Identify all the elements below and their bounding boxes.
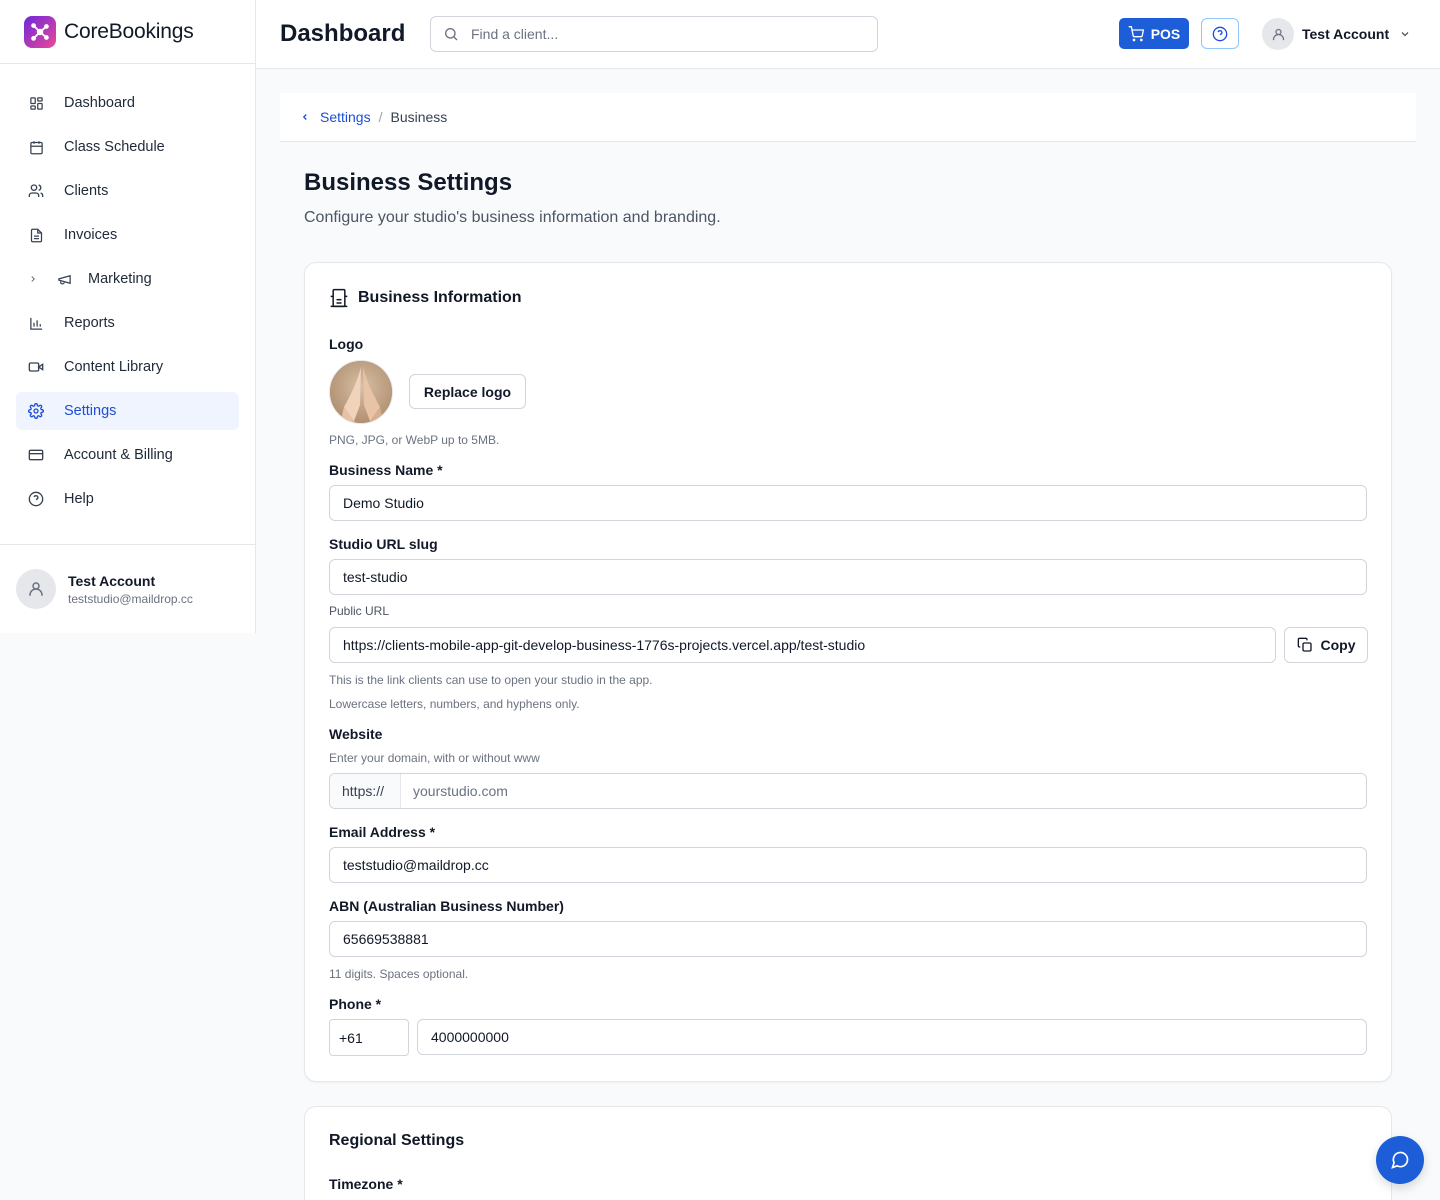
file-text-icon — [28, 227, 44, 243]
help-circle-icon — [1212, 26, 1228, 42]
sidebar-item-label: Clients — [64, 183, 109, 199]
sidebar-item-label: Dashboard — [64, 95, 135, 111]
card-heading-label: Business Information — [358, 289, 522, 306]
abn-label: ABN (Australian Business Number) — [329, 898, 564, 914]
chevron-left-icon — [300, 112, 310, 122]
card-heading: Regional Settings — [329, 1132, 465, 1149]
abn-hint: 11 digits. Spaces optional. — [329, 967, 469, 981]
top-header: Dashboard POS Test Account — [256, 0, 1440, 69]
logo-label: Logo — [329, 336, 364, 352]
help-circle-icon — [28, 491, 44, 507]
search-input[interactable] — [471, 26, 851, 42]
account-menu[interactable]: Test Account — [1262, 18, 1411, 50]
logo-image — [329, 360, 393, 424]
sidebar-item-class-schedule[interactable]: Class Schedule — [16, 128, 239, 166]
sidebar-item-reports[interactable]: Reports — [16, 304, 239, 342]
timezone-label: Timezone * — [329, 1176, 403, 1192]
sidebar-item-marketing[interactable]: Marketing — [16, 260, 239, 298]
sidebar-item-account-billing[interactable]: Account & Billing — [16, 436, 239, 474]
page-subtitle: Configure your studio's business informa… — [304, 209, 721, 226]
sidebar-item-clients[interactable]: Clients — [16, 172, 239, 210]
users-icon — [28, 183, 44, 199]
avatar — [16, 569, 56, 609]
chevron-right-icon[interactable] — [28, 274, 40, 284]
chevron-down-icon — [1399, 28, 1411, 40]
copy-icon — [1297, 637, 1313, 653]
gear-icon — [28, 403, 44, 419]
video-icon — [28, 359, 44, 375]
sidebar-item-help[interactable]: Help — [16, 480, 239, 518]
copy-button-label: Copy — [1320, 637, 1356, 653]
public-url-hint: This is the link clients can use to open… — [329, 673, 653, 687]
sidebar-user-email: teststudio@maildrop.cc — [68, 591, 193, 606]
sidebar-item-label: Content Library — [64, 359, 164, 375]
email-input[interactable]: teststudio@maildrop.cc — [329, 847, 1367, 883]
slug-hint: Lowercase letters, numbers, and hyphens … — [329, 697, 580, 711]
pos-button-label: POS — [1150, 25, 1181, 42]
message-circle-icon — [1390, 1150, 1410, 1170]
phone-input[interactable]: 4000000000 — [417, 1019, 1367, 1055]
sidebar-item-content-library[interactable]: Content Library — [16, 348, 239, 386]
dashboard-grid-icon — [28, 95, 44, 111]
copy-url-button[interactable]: Copy — [1284, 627, 1368, 663]
website-prefix: https:// — [330, 774, 401, 808]
sidebar-user[interactable]: Test Account teststudio@maildrop.cc — [0, 544, 255, 633]
sidebar-item-label: Invoices — [64, 227, 118, 243]
public-url-label: Public URL — [329, 604, 390, 618]
help-button[interactable] — [1201, 18, 1239, 49]
breadcrumb-settings-link[interactable]: Settings — [300, 109, 371, 125]
credit-card-icon — [28, 447, 44, 463]
breadcrumb-current: Business — [390, 109, 448, 125]
business-name-input[interactable]: Demo Studio — [329, 485, 1367, 521]
bar-chart-icon — [28, 315, 44, 331]
website-field: https:// — [329, 773, 1367, 809]
account-name: Test Account — [1302, 26, 1390, 42]
sidebar: CoreBookings Dashboard Class Schedule Cl… — [0, 0, 256, 633]
public-url-field[interactable]: https://clients-mobile-app-git-develop-b… — [329, 627, 1276, 663]
sidebar-item-label: Settings — [64, 403, 117, 419]
page-title: Business Settings — [304, 169, 513, 196]
slug-label: Studio URL slug — [329, 536, 438, 552]
email-label: Email Address * — [329, 824, 436, 840]
website-input[interactable] — [401, 774, 1366, 808]
sidebar-item-label: Class Schedule — [64, 139, 165, 155]
megaphone-icon — [56, 271, 72, 287]
sidebar-item-settings[interactable]: Settings — [16, 392, 239, 430]
sidebar-item-invoices[interactable]: Invoices — [16, 216, 239, 254]
sidebar-item-label: Account & Billing — [64, 447, 173, 463]
brand[interactable]: CoreBookings — [0, 0, 255, 64]
phone-country-code[interactable]: +61 — [329, 1019, 409, 1056]
breadcrumb: Settings / Business — [280, 93, 1416, 142]
client-search[interactable] — [430, 16, 878, 52]
search-icon — [443, 26, 459, 42]
sidebar-item-label: Help — [64, 491, 94, 507]
shopping-cart-icon — [1128, 25, 1144, 42]
slug-input[interactable]: test-studio — [329, 559, 1367, 595]
avatar — [1262, 18, 1294, 50]
replace-logo-button[interactable]: Replace logo — [409, 374, 526, 409]
breadcrumb-separator: / — [378, 109, 383, 125]
logo-hint: PNG, JPG, or WebP up to 5MB. — [329, 433, 500, 447]
website-hint: Enter your domain, with or without www — [329, 751, 540, 765]
calendar-icon — [28, 139, 44, 155]
abn-input[interactable]: 65669538881 — [329, 921, 1367, 957]
building-icon — [329, 288, 349, 308]
card-heading: Business Information — [329, 288, 522, 308]
sidebar-item-label: Reports — [64, 315, 115, 331]
sidebar-nav: Dashboard Class Schedule Clients Invoice… — [0, 64, 255, 518]
regional-settings-card: Regional Settings Timezone * — [304, 1106, 1392, 1200]
brand-name: CoreBookings — [64, 19, 194, 43]
website-label: Website — [329, 726, 383, 742]
page-header-title: Dashboard — [280, 20, 406, 47]
pos-button[interactable]: POS — [1119, 18, 1189, 49]
business-information-card: Business Information Logo Replace logo P… — [304, 262, 1392, 1082]
brand-logo-icon — [24, 15, 56, 48]
business-name-label: Business Name * — [329, 462, 443, 478]
sidebar-item-dashboard[interactable]: Dashboard — [16, 84, 239, 122]
sidebar-user-name: Test Account — [68, 572, 156, 589]
sidebar-item-label: Marketing — [88, 271, 152, 287]
phone-label: Phone * — [329, 996, 382, 1012]
breadcrumb-parent-label: Settings — [320, 109, 371, 125]
chat-button[interactable] — [1376, 1136, 1424, 1184]
